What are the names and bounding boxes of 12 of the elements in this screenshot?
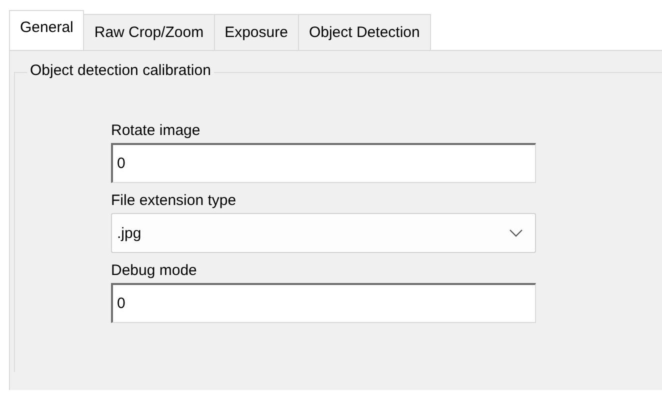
tab[interactable]: Exposure	[214, 14, 299, 50]
group-title: Object detection calibration	[27, 62, 214, 79]
input-field[interactable]: 0	[111, 283, 536, 323]
tab[interactable]: Raw Crop/Zoom	[83, 14, 215, 50]
chevron-down-icon	[509, 229, 523, 237]
field-label: Rotate image	[111, 122, 202, 139]
dropdown[interactable]: .jpg	[111, 213, 536, 253]
tab[interactable]: Object Detection	[298, 14, 431, 50]
tab[interactable]: General	[9, 10, 84, 50]
field-label: File extension type	[111, 192, 238, 209]
field-label: Debug mode	[111, 262, 198, 279]
input-field[interactable]: 0	[111, 143, 536, 183]
